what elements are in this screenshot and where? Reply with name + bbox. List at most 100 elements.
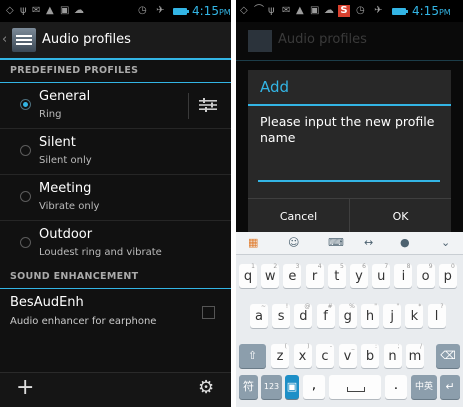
key-p[interactable]: 0p [438, 263, 457, 288]
section-header-predefined: PREDEFINED PROFILES [0, 60, 231, 83]
key-label: h [365, 309, 375, 324]
key-label: k [410, 309, 419, 324]
profile-item-outdoor[interactable]: Outdoor Loudest ring and vibrate [0, 221, 231, 266]
status-ampm: PM [218, 8, 231, 17]
add-profile-dialog: Add Please input the new profile name Ca… [248, 70, 451, 234]
radio-unselected-icon[interactable] [20, 191, 31, 202]
dialog-title: Add [248, 70, 451, 106]
message-icon: ▣ [60, 5, 70, 16]
plus-icon[interactable]: + [16, 377, 34, 399]
settings-reset-icon[interactable]: ⚙ [198, 379, 214, 397]
key-label: u [377, 269, 386, 284]
key-j[interactable]: " j [383, 303, 402, 328]
profile-item-meeting[interactable]: Meeting Vibrate only [0, 175, 231, 221]
key-u[interactable]: 7u [372, 263, 391, 288]
radio-selected-icon[interactable] [20, 99, 31, 110]
radio-unselected-icon[interactable] [20, 145, 31, 156]
key-s[interactable]: ! s [272, 303, 291, 328]
key-label: t [334, 269, 340, 284]
key-l[interactable]: ? l [427, 303, 446, 328]
key-alt-label: - [329, 343, 332, 350]
profile-item-silent[interactable]: Silent Silent only [0, 129, 231, 175]
key-h[interactable]: " h [361, 303, 379, 328]
language-key[interactable]: 中英 [411, 375, 437, 399]
key-e[interactable]: 3e [283, 263, 302, 288]
key-label: a [255, 309, 263, 324]
key-a[interactable]: ~ a [250, 303, 268, 328]
key-r[interactable]: 4r [305, 263, 324, 288]
key-label: f [323, 309, 328, 324]
key-q[interactable]: 1q [239, 263, 257, 288]
key-x[interactable]: ) x [293, 343, 312, 368]
dimmed-background: Audio profiles Add Please input the new … [236, 22, 463, 234]
key-o[interactable]: 9o [416, 263, 435, 288]
app-notification-icon: S [338, 5, 350, 17]
key-b[interactable]: :b [361, 343, 379, 368]
key-w[interactable]: 2w [261, 263, 280, 288]
symbols-key[interactable]: 符 [239, 375, 258, 399]
audio-profiles-screen: ◇ ψ ✉ ▲ ▣ ☁ ◷ ✈ 4:15PM ‹ Audio profiles … [0, 0, 231, 407]
key-z[interactable]: (z [271, 343, 289, 368]
add-profile-screen: ◇ ⌒ ψ ✉ ▲ ▣ ☁ S ◷ ✈ 4:15PM Audio profile… [236, 0, 463, 407]
status-bar: ◇ ψ ✉ ▲ ▣ ☁ ◷ ✈ 4:15PM [0, 0, 231, 22]
key-v[interactable]: _ v [338, 343, 357, 368]
shift-key[interactable]: ⇧ [239, 344, 266, 368]
radio-unselected-icon[interactable] [20, 237, 31, 248]
audio-profiles-app-icon [248, 30, 272, 52]
key-n[interactable]: ; n [383, 343, 402, 368]
backspace-key[interactable]: ⌫ [436, 344, 460, 368]
back-chevron-icon[interactable]: ‹ [2, 32, 7, 47]
profile-name-input[interactable] [258, 162, 440, 182]
key-label: j [390, 309, 394, 324]
bottom-action-bar: + ⚙ [0, 372, 231, 407]
key-label: s [277, 309, 285, 324]
email-icon: ✉ [32, 5, 41, 16]
key-c[interactable]: -c [316, 343, 334, 368]
input-method-key[interactable]: ▣ [285, 375, 299, 399]
key-t[interactable]: 5t [327, 263, 346, 288]
key-y[interactable]: 6y [350, 263, 368, 288]
key-label: b [365, 349, 375, 364]
comma-key[interactable]: , [303, 375, 325, 399]
ok-button[interactable]: OK [350, 199, 451, 234]
key-d[interactable]: @ d [294, 303, 313, 328]
chevron-down-icon[interactable]: ⌄ [441, 236, 450, 249]
profile-item-general[interactable]: General Ring [0, 83, 231, 129]
keyboard-layout-icon[interactable]: ⌨ [328, 236, 344, 249]
emoji-icon[interactable]: ☺ [288, 236, 299, 249]
chat-icon: ☁ [324, 5, 334, 16]
audio-profiles-app-icon[interactable] [12, 28, 36, 52]
profile-settings-icon[interactable] [198, 97, 218, 113]
settings-list: PREDEFINED PROFILES General Ring Silent … [0, 60, 231, 407]
microphone-icon[interactable]: ● [400, 236, 410, 249]
key-m[interactable]: / m [406, 343, 424, 368]
key-label: r [311, 269, 318, 284]
keyboard-menu-icon[interactable]: ▦ [248, 236, 258, 249]
space-key[interactable] [329, 375, 381, 399]
airplane-icon: ✈ [156, 5, 165, 16]
enhancement-item-besaudenh[interactable]: BesAudEnh Audio enhancer for earphone [0, 289, 231, 336]
cursor-move-icon[interactable]: ↔ [364, 236, 373, 249]
enter-key[interactable]: ↵ [440, 375, 460, 399]
key-f[interactable]: # f [316, 303, 335, 328]
enhancement-title: BesAudEnh [10, 295, 84, 310]
key-label: o [421, 269, 430, 284]
cancel-button[interactable]: Cancel [248, 199, 350, 234]
status-time: 4:15PM [412, 4, 451, 18]
key-label: g [343, 309, 352, 324]
key-alt-label: : [374, 343, 377, 350]
period-key[interactable]: . [385, 375, 407, 399]
key-alt-label: ? [440, 303, 444, 310]
profile-name: General [39, 89, 91, 104]
key-i[interactable]: 8i [394, 263, 413, 288]
battery-icon [173, 8, 189, 15]
numbers-key[interactable]: 123 [261, 375, 282, 399]
key-g[interactable]: % g [338, 303, 357, 328]
key-k[interactable]: * k [405, 303, 424, 328]
alarm-icon: ◷ [138, 5, 147, 16]
key-alt-label: ) [307, 343, 310, 350]
enhancement-checkbox[interactable] [202, 306, 215, 319]
key-alt-label: 5 [339, 263, 344, 270]
usb-icon: ψ [20, 5, 27, 16]
warning-icon: ▲ [46, 5, 54, 16]
